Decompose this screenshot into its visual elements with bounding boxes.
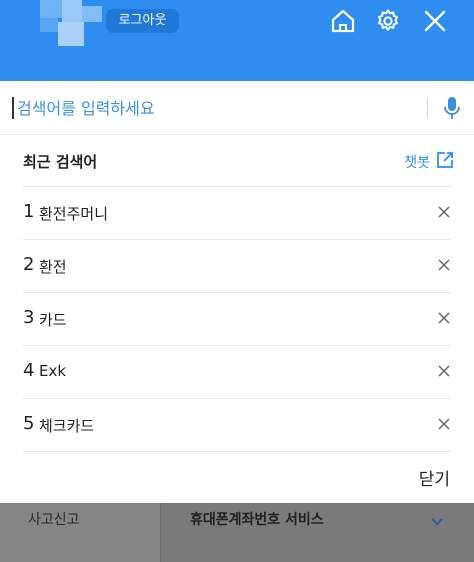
recent-search-panel: 최근 검색어 챗봇 1 환전주머니 2 환전 3 카드 4 Exk 5 체크카드…	[0, 135, 474, 503]
delete-icon[interactable]	[437, 204, 451, 218]
close-icon[interactable]	[422, 8, 448, 34]
chatbot-link[interactable]: 챗봇	[404, 151, 454, 173]
item-number: 3	[23, 307, 35, 328]
list-item[interactable]: 3 카드	[23, 292, 451, 345]
delete-icon[interactable]	[437, 416, 451, 430]
text-caret	[12, 97, 14, 119]
delete-icon[interactable]	[437, 363, 451, 377]
recent-search-list: 1 환전주머니 2 환전 3 카드 4 Exk 5 체크카드	[23, 186, 451, 452]
home-icon[interactable]	[330, 8, 356, 34]
delete-icon[interactable]	[437, 310, 451, 324]
recent-search-title: 최근 검색어	[23, 153, 98, 171]
list-item[interactable]: 1 환전주머니	[23, 186, 451, 239]
item-text[interactable]: 환전	[39, 256, 67, 277]
list-item[interactable]: 2 환전	[23, 239, 451, 292]
divider	[23, 451, 451, 452]
background-left-label: 사고신고	[28, 512, 80, 528]
background-tab-left: 사고신고	[0, 503, 161, 562]
search-bar	[0, 81, 474, 135]
logout-button[interactable]: 로그아웃	[106, 9, 179, 33]
close-button[interactable]: 닫기	[419, 465, 450, 490]
item-text[interactable]: 체크카드	[39, 415, 94, 436]
list-item[interactable]: 4 Exk	[23, 345, 451, 398]
external-link-icon	[436, 151, 454, 173]
avatar	[40, 0, 102, 46]
item-number: 5	[23, 413, 35, 434]
list-item[interactable]: 5 체크카드	[23, 398, 451, 451]
item-number: 2	[23, 254, 35, 275]
background-overlay: 사고신고 휴대폰계좌번호 서비스	[0, 503, 474, 562]
delete-icon[interactable]	[437, 257, 451, 271]
item-number: 1	[23, 201, 35, 222]
item-number: 4	[23, 360, 35, 381]
item-text[interactable]: Exk	[39, 362, 66, 380]
microphone-icon[interactable]	[442, 95, 462, 121]
item-text[interactable]: 환전주머니	[39, 203, 108, 224]
chatbot-label: 챗봇	[404, 155, 430, 171]
gear-icon[interactable]	[375, 8, 401, 34]
background-right-label: 휴대폰계좌번호 서비스	[190, 512, 324, 528]
search-input[interactable]	[15, 93, 409, 123]
chevron-down-icon	[430, 512, 444, 526]
app-header: 로그아웃	[0, 0, 474, 81]
divider	[427, 98, 428, 118]
item-text[interactable]: 카드	[39, 309, 67, 330]
